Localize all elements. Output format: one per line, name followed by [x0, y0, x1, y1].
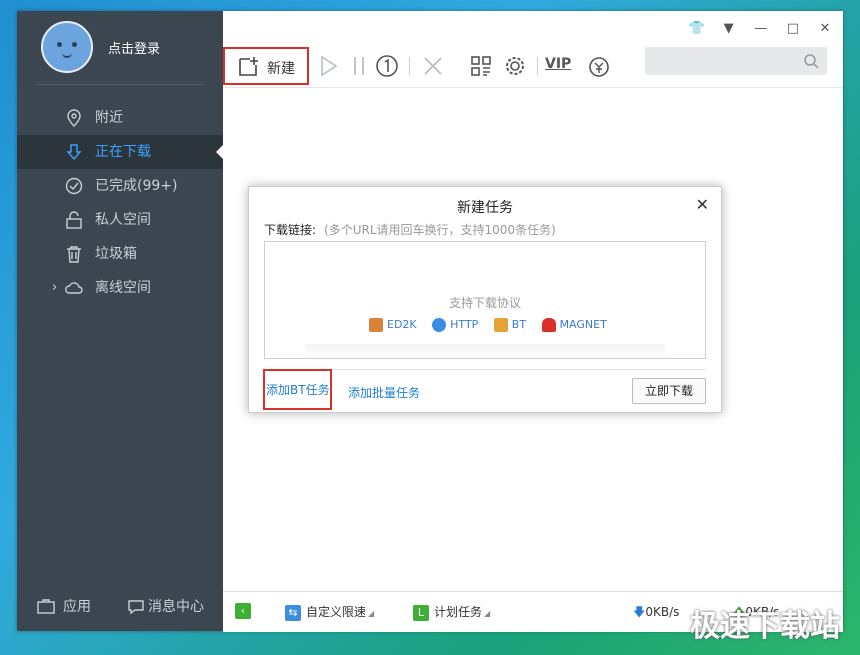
messages-label: 消息中心 — [148, 599, 204, 615]
login-link[interactable]: 点击登录 — [108, 38, 160, 57]
avatar[interactable] — [41, 21, 93, 73]
magnet-icon — [541, 318, 556, 332]
settings-icon[interactable] — [503, 54, 527, 78]
sidebar: 点击登录 附近 正在下载 已完成(99+) 私人空间 垃圾箱 › 离线空间 应用… — [17, 11, 223, 631]
add-bt-task-link[interactable]: 添加BT任务 — [263, 369, 332, 410]
sidebar-divider — [37, 84, 203, 85]
speed-limit-label: 自定义限速 — [306, 605, 367, 619]
schedule-label: 计划任务 — [434, 605, 483, 619]
sidebar-item-label: 私人空间 — [95, 212, 151, 228]
speed-icon: ⇆ — [285, 604, 301, 621]
pause-icon[interactable] — [347, 54, 371, 78]
http-icon — [432, 318, 447, 332]
new-task-dialog: 新建任务 ✕ 下载链接: (多个URL请用回车换行，支持1000条任务) 支持下载… — [248, 186, 722, 413]
lock-icon — [66, 211, 82, 229]
apps-label: 应用 — [63, 599, 91, 615]
sidebar-item-trash[interactable]: 垃圾箱 — [17, 237, 223, 271]
close-icon[interactable]: ✕ — [696, 195, 709, 214]
protocol-label: MAGNET — [559, 318, 607, 331]
avatar-eye-right — [72, 42, 77, 47]
minimize-icon[interactable]: — — [753, 21, 769, 37]
menu-icon[interactable]: ▼ — [721, 21, 737, 37]
search-icon[interactable] — [803, 53, 819, 69]
new-task-label: 新建 — [267, 61, 295, 77]
toolbar-divider — [537, 57, 538, 75]
message-icon — [128, 600, 144, 615]
down-speed-value: 0KB/s — [645, 605, 680, 619]
toolbar-divider — [409, 57, 410, 75]
sidebar-item-offline-space[interactable]: › 离线空间 — [17, 271, 223, 305]
search-input[interactable] — [645, 47, 827, 75]
protocol-magnet: MAGNET — [541, 318, 607, 332]
cloud-icon — [65, 282, 83, 294]
location-icon — [67, 109, 81, 127]
download-speed: 🡇0KB/s — [633, 603, 679, 624]
add-batch-task-link[interactable]: 添加批量任务 — [348, 384, 420, 401]
download-arrow-icon — [66, 144, 82, 161]
play-icon[interactable] — [317, 54, 341, 78]
protocol-reflection — [305, 344, 665, 358]
sidebar-item-label: 附近 — [95, 110, 123, 126]
schedule-icon: L — [413, 604, 429, 621]
single-task-icon[interactable] — [375, 54, 399, 78]
chevron-right-icon[interactable]: › — [52, 271, 57, 305]
back-arrow-icon: ‹ — [235, 603, 251, 619]
grid-apps-icon[interactable] — [469, 54, 493, 78]
toolbar: 新建 VIP — [223, 47, 843, 87]
sidebar-item-label: 离线空间 — [95, 280, 151, 296]
avatar-eye-left — [57, 42, 62, 47]
ed2k-icon — [369, 318, 383, 332]
sidebar-item-downloading[interactable]: 正在下载 — [17, 135, 223, 169]
protocol-label: ED2K — [387, 318, 417, 331]
sidebar-item-nearby[interactable]: 附近 — [17, 101, 223, 135]
new-file-icon — [239, 57, 258, 76]
apps-icon — [37, 599, 55, 614]
speed-limit-menu[interactable]: ⇆ 自定义限速 ◢ — [285, 603, 374, 621]
sidebar-item-private-space[interactable]: 私人空间 — [17, 203, 223, 237]
skin-icon[interactable]: 👕 — [688, 21, 704, 37]
protocol-label: HTTP — [450, 318, 479, 331]
collapse-button[interactable]: ‹ — [235, 603, 256, 619]
url-label: 下载链接: (多个URL请用回车换行，支持1000条任务) — [264, 221, 556, 238]
protocol-ed2k: ED2K — [369, 318, 417, 332]
url-textarea[interactable]: 支持下载协议 ED2K HTTP BT MAGNET — [264, 241, 706, 359]
window-controls: 👕 ▼ — □ ✕ — [676, 21, 833, 37]
watermark: 极速下载站 — [690, 609, 840, 644]
dialog-title: 新建任务 — [457, 200, 513, 216]
avatar-mouth — [62, 51, 72, 58]
protocol-bt: BT — [493, 318, 527, 332]
trash-icon — [67, 246, 81, 263]
schedule-menu[interactable]: L 计划任务 ◢ — [413, 603, 490, 621]
down-arrow-icon: 🡇 — [633, 605, 646, 619]
sidebar-bottom: 应用 消息中心 — [17, 591, 223, 621]
new-task-button[interactable]: 新建 — [223, 47, 309, 85]
protocol-list: ED2K HTTP BT MAGNET — [369, 318, 619, 332]
money-bag-icon[interactable] — [587, 54, 611, 78]
bt-icon — [493, 318, 508, 332]
url-label-text: 下载链接: — [264, 223, 317, 237]
protocol-http: HTTP — [432, 318, 478, 332]
maximize-icon[interactable]: □ — [785, 21, 801, 37]
sidebar-item-label: 垃圾箱 — [95, 246, 137, 262]
sidebar-item-label: 已完成(99+) — [95, 178, 178, 194]
sidebar-item-label: 正在下载 — [95, 144, 151, 160]
sidebar-item-completed[interactable]: 已完成(99+) — [17, 169, 223, 203]
messages-button[interactable]: 消息中心 — [127, 596, 204, 616]
apps-button[interactable]: 应用 — [37, 596, 91, 616]
protocol-label: BT — [511, 318, 527, 331]
close-icon[interactable]: ✕ — [817, 21, 833, 37]
check-circle-icon — [65, 177, 83, 195]
protocols-title: 支持下载协议 — [448, 296, 521, 310]
url-hint: (多个URL请用回车换行，支持1000条任务) — [324, 223, 556, 237]
delete-icon[interactable] — [421, 54, 445, 78]
vip-button[interactable]: VIP — [545, 56, 571, 72]
sidebar-nav: 附近 正在下载 已完成(99+) 私人空间 垃圾箱 › 离线空间 — [17, 101, 223, 305]
download-now-button[interactable]: 立即下载 — [632, 378, 706, 404]
